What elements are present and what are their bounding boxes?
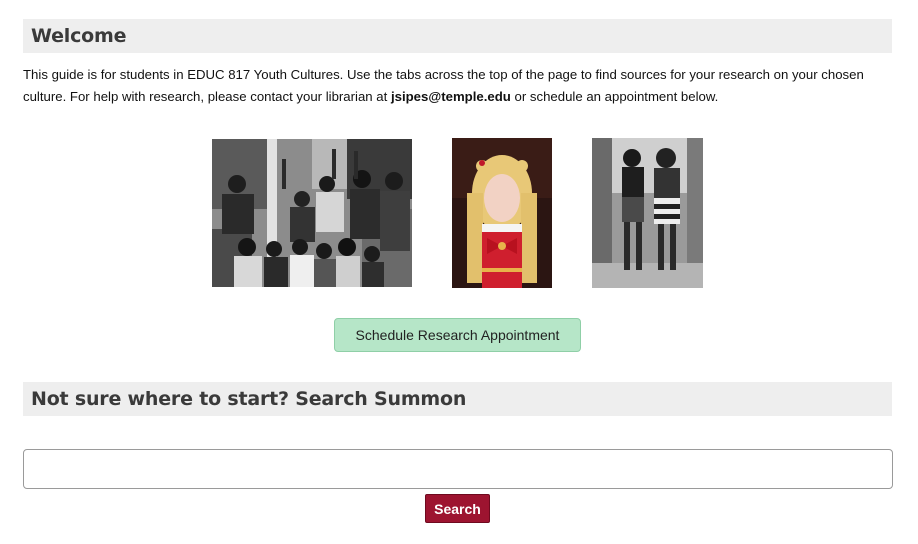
welcome-intro: This guide is for students in EDUC 817 Y… xyxy=(23,64,883,108)
cosplay-photo xyxy=(452,138,552,288)
search-button[interactable]: Search xyxy=(425,494,490,523)
two-girls-walking-photo xyxy=(592,138,703,288)
protest-group-photo xyxy=(212,139,412,287)
librarian-email[interactable]: jsipes@temple.edu xyxy=(391,89,511,104)
welcome-header: Welcome xyxy=(23,19,892,53)
guide-page: Welcome This guide is for students in ED… xyxy=(0,0,918,544)
summon-search-input[interactable] xyxy=(23,449,893,489)
intro-text-2: or schedule an appointment below. xyxy=(510,89,719,104)
welcome-title: Welcome xyxy=(31,25,127,47)
summon-header: Not sure where to start? Search Summon xyxy=(23,382,892,416)
schedule-appointment-button[interactable]: Schedule Research Appointment xyxy=(334,318,581,352)
summon-title: Not sure where to start? Search Summon xyxy=(31,388,467,410)
